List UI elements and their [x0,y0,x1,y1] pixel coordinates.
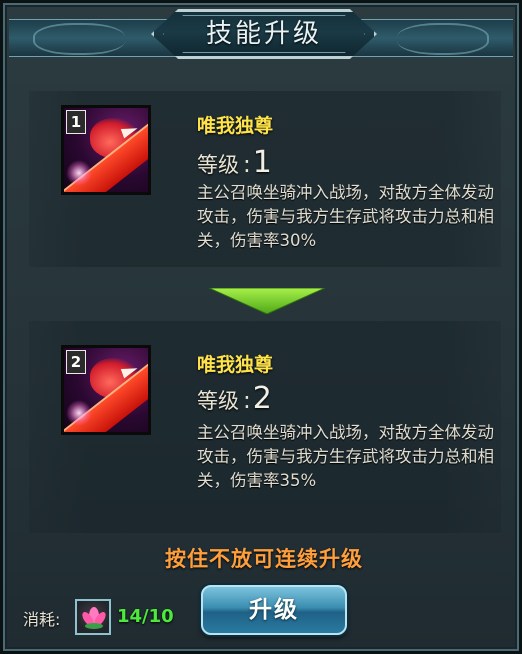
title-ornament-left [33,23,125,55]
glow-graphic [66,160,92,186]
current-skill-name: 唯我独尊 [197,115,274,137]
next-level-value: 2 [252,381,272,416]
glow-graphic [66,400,92,426]
cost-label: 消耗: [23,610,61,629]
upgrade-button-label: 升级 [249,597,299,623]
current-skill-icon: 1 [61,105,151,195]
level-colon: : [243,152,251,178]
arrow-down-icon [209,288,325,314]
next-skill-description: 主公召唤坐骑冲入战场，对敌方全体发动攻击，伤害与我方生存武将攻击力总和相关，伤害… [197,423,494,490]
dialog-title: 技能升级 [205,19,322,49]
skill-upgrade-dialog: 技能升级 1 唯我独尊 等级:1 主公召唤坐骑冲入战场，对敌方全体发动攻击，伤害… [0,0,522,654]
title-ornament-right [397,23,489,55]
next-skill-name: 唯我独尊 [197,354,274,376]
skill-level-badge: 2 [66,350,86,374]
level-colon: : [243,388,251,414]
current-level-row: 等级:1 [197,145,272,181]
level-label: 等级 [197,153,239,177]
skill-level-badge: 1 [66,110,86,134]
hold-to-upgrade-hint: 按住不放可连续升级 [165,547,363,571]
next-skill-icon: 2 [61,345,151,435]
next-level-row: 等级:2 [197,381,272,417]
cost-count: 14/10 [117,606,174,627]
upgrade-button[interactable]: 升级 [201,585,347,635]
level-label: 等级 [197,389,239,413]
lotus-flower-icon [75,599,111,635]
current-level-value: 1 [252,145,272,180]
current-skill-description: 主公召唤坐骑冲入战场，对敌方全体发动攻击，伤害与我方生存武将攻击力总和相关，伤害… [197,183,494,250]
